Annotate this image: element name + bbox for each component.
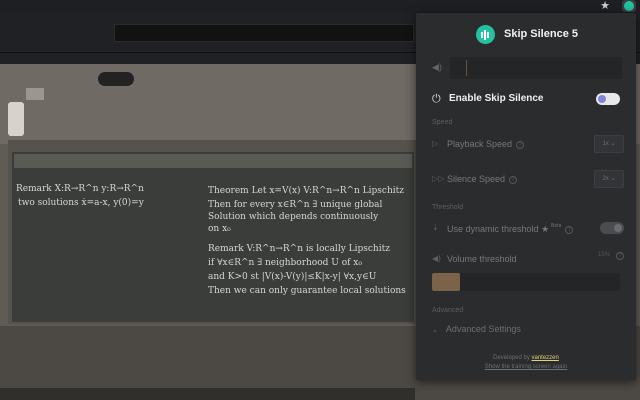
chalkboard: Remark X:R→R^n y:R→R^n two solutions ẋ=… (12, 152, 414, 322)
help-icon[interactable]: ? (565, 226, 574, 234)
silence-speed-select[interactable]: 2x ⌄ (594, 170, 624, 188)
popup-header: Skip Silence 5 (416, 13, 636, 51)
help-icon[interactable]: ? (509, 176, 518, 184)
browser-tab-strip: ★ (0, 0, 640, 13)
speaker-icon: ◀) (432, 62, 442, 72)
chalk-line: Solution which depends continuously (208, 212, 379, 222)
volume-threshold-value: 15% (597, 252, 610, 258)
advanced-section-title: Advanced (432, 307, 464, 314)
volume-meter (450, 57, 622, 79)
star-icon[interactable]: ★ (599, 0, 611, 12)
play-icon: ▷ (432, 139, 439, 148)
threshold-icon: ⇣ (432, 223, 439, 232)
dynamic-threshold-toggle[interactable] (600, 222, 624, 234)
browser-window: ★ ⋯ Remark X:R→R^n y:R→R^n two solutions… (0, 0, 640, 400)
silence-speed-label: Silence Speed (447, 174, 506, 184)
playback-speed-row: ▷ Playback Speed? 1x ⌄ (428, 135, 624, 155)
threshold-section-title: Threshold (432, 204, 464, 211)
chalk-line: two solutions ẋ=a-x, y(0)=y (18, 198, 144, 208)
skip-silence-extension-icon[interactable] (622, 0, 636, 12)
chalk-line: and K>0 st |V(x)-V(y)|≤K|x-y| ∀x,y∈U (208, 272, 377, 282)
star-icon: ★ (541, 224, 550, 234)
chalk-line: Remark V:R^n→R^n is locally Lipschitz (208, 244, 390, 254)
popup-title: Skip Silence 5 (504, 28, 578, 40)
chalk-line: if ∀x∈R^n ∃ neighborhood U of x₀ (208, 258, 362, 268)
training-screen-link[interactable]: Show the training screen again (416, 364, 636, 370)
dynamic-threshold-label: Use dynamic threshold (447, 224, 539, 234)
power-icon: ⏻ (432, 93, 441, 105)
help-icon[interactable]: ? (516, 141, 525, 149)
chalk-line: Theorem Let x=V(x) V:R^n→R^n Lipschitz (208, 186, 404, 196)
volume-threshold-slider[interactable] (432, 273, 620, 291)
speed-section-title: Speed (432, 119, 453, 126)
silence-speed-row: ▷▷ Silence Speed? 2x ⌄ (428, 170, 624, 190)
developed-by-text: Developed by vantezzen (493, 355, 559, 361)
page-search-box[interactable] (114, 24, 414, 42)
chevron-down-icon: ⌄ (432, 327, 438, 334)
volume-threshold-fill (432, 273, 461, 291)
skip-silence-popup: Skip Silence 5 ◀) ⏻ Enable Skip Silence … (416, 13, 636, 380)
enable-skip-silence-toggle[interactable] (596, 93, 620, 105)
skip-silence-logo-icon (476, 25, 495, 44)
developer-link[interactable]: vantezzen (532, 355, 559, 361)
enable-skip-silence-row[interactable]: ⏻ Enable Skip Silence (428, 91, 624, 109)
dynamic-threshold-row: ⇣ Use dynamic threshold ★ Beta? (428, 219, 624, 239)
fast-forward-icon: ▷▷ (432, 174, 445, 183)
volume-icon: ◀) (432, 254, 441, 263)
playback-speed-select[interactable]: 1x ⌄ (594, 135, 624, 153)
chalk-line: Then we can only guarantee local solutio… (208, 286, 406, 296)
volume-threshold-row: ◀) Volume threshold 15% ? (428, 250, 624, 270)
chalk-line: on x₀ (208, 224, 231, 234)
help-icon[interactable]: ? (616, 252, 624, 260)
chalk-line: Then for every x∈R^n ∃ unique global (208, 200, 383, 210)
wall-lamp (98, 72, 134, 86)
enable-skip-silence-label: Enable Skip Silence (449, 93, 544, 104)
advanced-settings-label: Advanced Settings (445, 324, 521, 334)
playback-speed-label: Playback Speed (447, 139, 513, 149)
chalk-line: Remark X:R→R^n y:R→R^n (16, 184, 144, 194)
volume-meter-row: ◀) (428, 57, 624, 79)
beta-badge: Beta (551, 223, 562, 229)
soap-dispenser (8, 102, 24, 136)
volume-threshold-label: Volume threshold (447, 254, 517, 264)
video-controls[interactable] (0, 388, 415, 400)
advanced-settings-button[interactable]: ⌄ Advanced Settings (432, 324, 521, 334)
